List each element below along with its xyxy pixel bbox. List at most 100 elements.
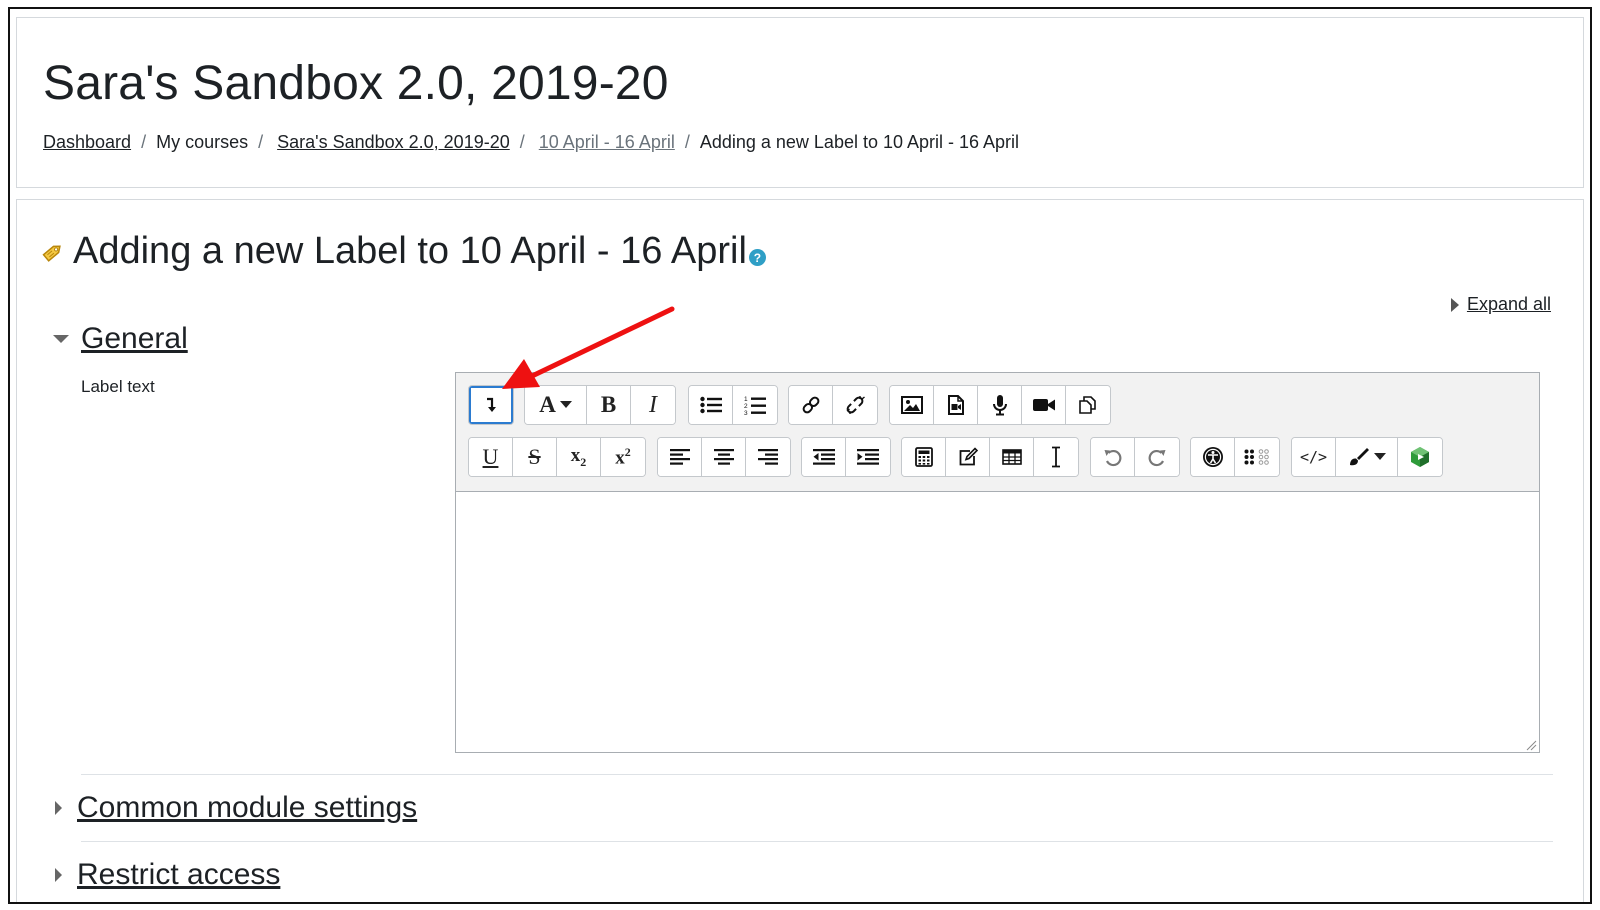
- redo-button[interactable]: [1135, 438, 1179, 476]
- toolbar-group-align: [657, 437, 791, 477]
- unlink-button[interactable]: [833, 386, 877, 424]
- toolbar-group-undo: [1090, 437, 1180, 477]
- underline-icon: U: [482, 444, 499, 469]
- accessibility-checker-button[interactable]: [1191, 438, 1235, 476]
- breadcrumb-separator: /: [141, 132, 147, 152]
- ordered-list-button[interactable]: 123: [733, 386, 777, 424]
- toolbar-row-1: A B I 1 2 3: [468, 385, 1529, 425]
- course-title: Sara's Sandbox 2.0, 2019-20: [43, 57, 669, 110]
- align-right-icon: [758, 448, 778, 466]
- link-button[interactable]: [789, 386, 833, 424]
- record-audio-button[interactable]: [978, 386, 1022, 424]
- html-icon: </>: [1299, 448, 1328, 466]
- accessibility-checker-icon: [1202, 446, 1224, 468]
- superscript-base: x: [615, 447, 625, 469]
- section-restrict-access-title: Restrict access: [77, 858, 281, 891]
- redo-icon: [1147, 447, 1167, 467]
- record-audio-icon: [992, 394, 1008, 416]
- align-right-button[interactable]: [746, 438, 790, 476]
- bold-button[interactable]: B: [587, 386, 631, 424]
- label-text-editor: A B I 1 2 3 U S x2 x2 </>: [455, 372, 1540, 753]
- page-title: Adding a new Label to 10 April - 16 Apri…: [73, 230, 747, 272]
- special-character-button[interactable]: [946, 438, 990, 476]
- breadcrumb-separator: /: [258, 132, 264, 152]
- strikethrough-button[interactable]: S: [513, 438, 557, 476]
- italic-icon: I: [649, 391, 657, 418]
- image-button[interactable]: [890, 386, 934, 424]
- media-button[interactable]: [934, 386, 978, 424]
- html-button[interactable]: </>: [1292, 438, 1336, 476]
- superscript-icon: x2: [615, 445, 631, 469]
- align-center-icon: [713, 448, 734, 466]
- record-video-button[interactable]: [1022, 386, 1066, 424]
- toolbar-group-links: [788, 385, 878, 425]
- underline-button[interactable]: U: [469, 438, 513, 476]
- section-general-toggle[interactable]: General: [53, 322, 188, 356]
- breadcrumb-dashboard[interactable]: Dashboard: [43, 132, 131, 153]
- section-divider: [81, 774, 1553, 775]
- section-divider: [81, 841, 1553, 842]
- record-video-icon: [1032, 397, 1056, 413]
- manage-files-button[interactable]: [1066, 386, 1110, 424]
- unordered-list-button[interactable]: [689, 386, 733, 424]
- svg-text:3: 3: [744, 410, 748, 415]
- breadcrumb-separator: /: [684, 132, 690, 152]
- superscript-button[interactable]: x2: [601, 438, 645, 476]
- toolbar-group-other: </>: [1291, 437, 1443, 477]
- font-style-button[interactable]: A: [525, 386, 587, 424]
- strikethrough-icon: S: [528, 444, 541, 469]
- editor-content-area[interactable]: [456, 491, 1539, 752]
- breadcrumb-section[interactable]: 10 April - 16 April: [539, 132, 675, 153]
- undo-button[interactable]: [1091, 438, 1135, 476]
- outdent-button[interactable]: [802, 438, 846, 476]
- paint-brush-button[interactable]: [1336, 438, 1398, 476]
- link-icon: [801, 395, 821, 415]
- toolbar-group-files: [889, 385, 1111, 425]
- subscript-index: 2: [580, 454, 587, 469]
- toolbar-group-accessibility: [1190, 437, 1280, 477]
- section-common-module-settings-toggle[interactable]: Common module settings: [53, 791, 417, 825]
- expand-all-link[interactable]: Expand all: [1450, 294, 1551, 315]
- image-icon: [900, 396, 923, 414]
- undo-icon: [1103, 447, 1123, 467]
- outdent-icon: [812, 448, 835, 466]
- svg-text:2: 2: [744, 403, 748, 410]
- page-header: Sara's Sandbox 2.0, 2019-20 Dashboard / …: [16, 17, 1584, 188]
- page-heading: Adding a new Label to 10 April - 16 Apri…: [41, 230, 766, 273]
- label-text-field-label: Label text: [81, 377, 155, 396]
- italic-button[interactable]: I: [631, 386, 675, 424]
- caret-right-icon: [1450, 297, 1459, 312]
- toolbar-group-insert: [901, 437, 1079, 477]
- equation-button[interactable]: [902, 438, 946, 476]
- subscript-button[interactable]: x2: [557, 438, 601, 476]
- expand-all-label: Expand all: [1466, 294, 1551, 314]
- help-icon[interactable]: ?: [748, 249, 766, 266]
- subscript-base: x: [570, 444, 581, 466]
- breadcrumb-course[interactable]: Sara's Sandbox 2.0, 2019-20: [277, 132, 510, 153]
- show-more-buttons-button[interactable]: [469, 386, 513, 424]
- main-content: Adding a new Label to 10 April - 16 Apri…: [16, 199, 1584, 902]
- toolbar-group-list: 123: [688, 385, 778, 425]
- toolbar-group-collapse: [468, 385, 514, 425]
- clear-formatting-button[interactable]: [1034, 438, 1078, 476]
- toolbar-group-style2: U S x2 x2: [468, 437, 646, 477]
- align-center-button[interactable]: [702, 438, 746, 476]
- font-style-icon: A: [539, 392, 572, 418]
- toolbar-group-indent: [801, 437, 891, 477]
- subscript-icon: x2: [571, 445, 587, 470]
- font-style-glyph: A: [539, 392, 556, 417]
- table-button[interactable]: [990, 438, 1034, 476]
- screenreader-helper-button[interactable]: [1235, 438, 1279, 476]
- breadcrumb-separator: /: [519, 132, 525, 152]
- align-left-button[interactable]: [658, 438, 702, 476]
- resize-handle-icon[interactable]: [1525, 738, 1537, 751]
- indent-button[interactable]: [846, 438, 890, 476]
- section-general-title: General: [81, 322, 188, 355]
- indent-icon: [857, 448, 879, 466]
- label-tag-icon: [41, 240, 65, 264]
- kaltura-button[interactable]: [1398, 438, 1442, 476]
- breadcrumb-current: Adding a new Label to 10 April - 16 Apri…: [699, 132, 1020, 152]
- clear-formatting-icon: [1050, 446, 1062, 468]
- caret-right-icon: [55, 868, 62, 882]
- section-restrict-access-toggle[interactable]: Restrict access: [53, 858, 280, 892]
